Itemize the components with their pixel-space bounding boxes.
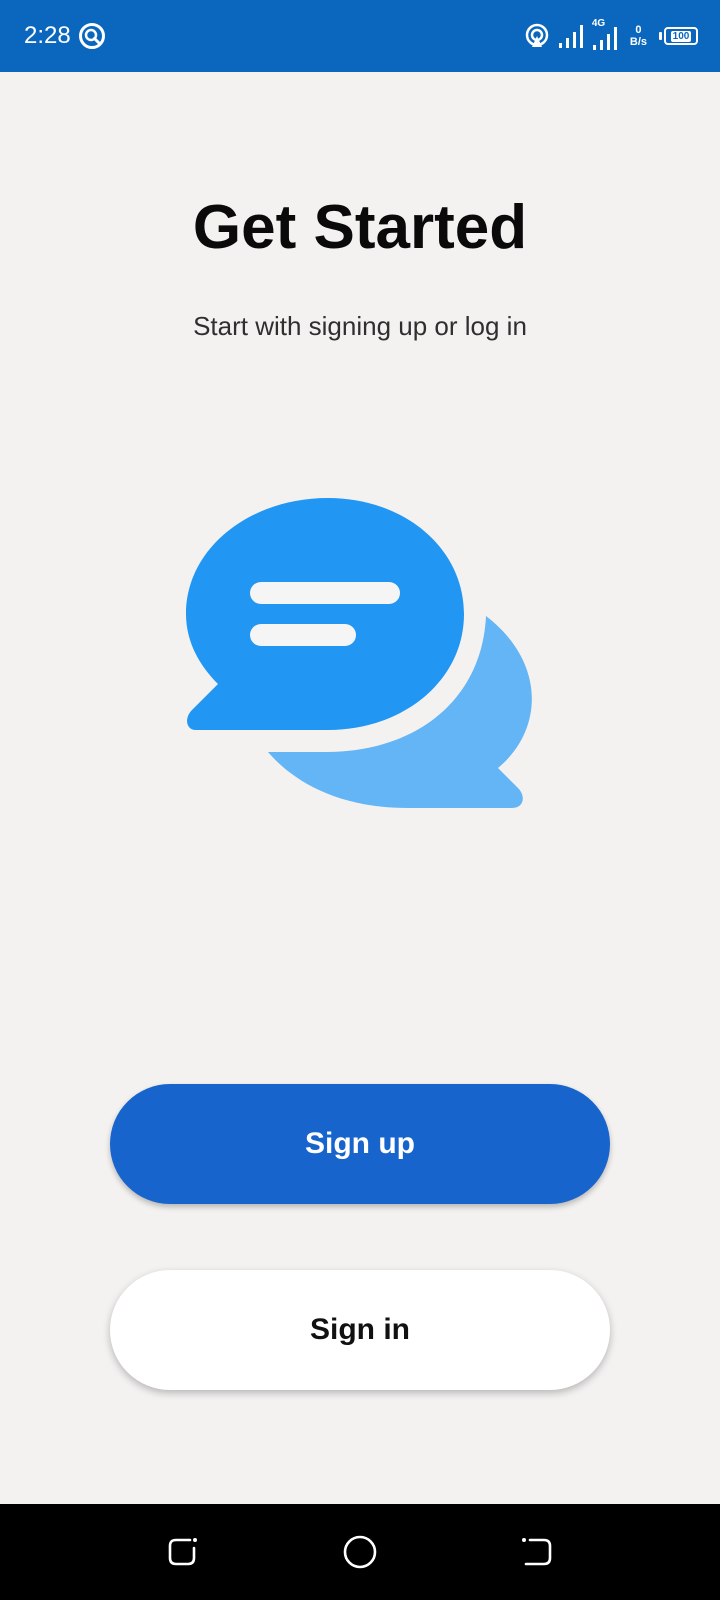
signal-strength-icon <box>558 25 583 48</box>
system-nav-bar <box>0 1504 720 1600</box>
network-speed: 0 B/s <box>630 24 647 48</box>
battery-icon: 100 <box>664 27 698 45</box>
battery-indicator: 100 <box>659 27 698 45</box>
message-line-long <box>250 582 400 604</box>
sign-in-button[interactable]: Sign in <box>110 1270 610 1390</box>
sign-up-button[interactable]: Sign up <box>110 1084 610 1204</box>
battery-cap-icon <box>659 32 662 40</box>
recent-apps-icon[interactable] <box>164 1532 204 1572</box>
network-speed-value: 0 <box>635 24 642 36</box>
home-icon[interactable] <box>340 1532 380 1572</box>
chat-bubbles-icon <box>186 498 532 808</box>
signal-strength-4g-icon <box>592 27 617 50</box>
page-subtitle: Start with signing up or log in <box>193 311 527 341</box>
primary-chat-bubble <box>186 498 464 730</box>
app-notification-icon <box>79 23 105 49</box>
signal-4g-indicator: 4G <box>592 19 620 51</box>
hotspot-icon <box>525 23 549 47</box>
back-icon[interactable] <box>516 1532 556 1572</box>
battery-level: 100 <box>670 30 692 42</box>
network-speed-unit: B/s <box>629 36 647 48</box>
message-line-short <box>250 624 356 646</box>
status-bar: 2:28 4G 0 B/s 100 <box>0 0 720 72</box>
status-time: 2:28 <box>24 22 71 49</box>
status-icons: 4G 0 B/s 100 <box>524 18 698 54</box>
page-title: Get Started <box>192 193 528 262</box>
